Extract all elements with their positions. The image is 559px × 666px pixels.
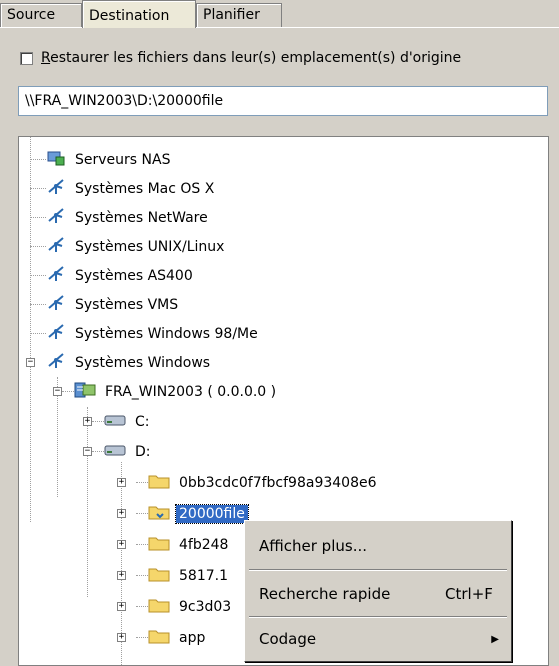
menu-separator: [249, 569, 507, 571]
restore-original-location-option[interactable]: Restaurer les fichiers dans leur(s) empl…: [20, 47, 461, 69]
submenu-arrow-icon: ▶: [491, 633, 499, 645]
tree-node-server[interactable]: FRA_WIN2003 ( 0.0.0.0 ): [74, 377, 279, 406]
collapse-drive-d-button[interactable]: −: [83, 447, 92, 456]
tree-node-as400[interactable]: Systèmes AS400: [46, 261, 196, 290]
menu-item-show-more[interactable]: Afficher plus...: [247, 527, 509, 565]
tab-source[interactable]: Source: [0, 3, 82, 27]
restore-checkbox-label[interactable]: Restaurer les fichiers dans leur(s) empl…: [41, 50, 461, 66]
folder-icon: [148, 627, 170, 649]
drive-icon: [104, 413, 126, 431]
tree-node-drive-d[interactable]: D:: [104, 437, 154, 466]
expand-folder-button[interactable]: +: [117, 633, 126, 642]
tree-line: [136, 575, 148, 576]
tree-line: [30, 137, 31, 522]
menu-item-encoding[interactable]: Codage ▶: [247, 620, 509, 658]
tree-line: [136, 606, 148, 607]
tree-node-drive-c[interactable]: C:: [104, 407, 153, 436]
tab-strip: Source Destination Planifier: [0, 0, 559, 28]
tree-line: [30, 246, 46, 247]
expand-drive-c-button[interactable]: +: [83, 417, 92, 426]
tree-line: [136, 513, 148, 514]
folder-open-icon: [148, 503, 170, 525]
shortcut-label: Ctrl+F: [445, 585, 493, 603]
tree-node-windows[interactable]: Systèmes Windows: [46, 348, 213, 377]
tree-line: [30, 159, 46, 160]
tab-planifier[interactable]: Planifier: [196, 3, 282, 27]
tree-line: [30, 333, 46, 334]
network-icon: [46, 207, 66, 229]
tree-node-nas[interactable]: Serveurs NAS: [46, 145, 173, 174]
tree-line: [136, 482, 148, 483]
tab-destination[interactable]: Destination: [82, 0, 196, 28]
restore-checkbox[interactable]: [20, 51, 33, 65]
tree-line: [92, 421, 104, 422]
network-icon: [46, 352, 66, 374]
tree-line: [30, 275, 46, 276]
tree-node-folder-selected[interactable]: 20000file: [148, 499, 249, 528]
menu-separator: [249, 616, 507, 618]
tree-line: [30, 188, 46, 189]
tree-line: [30, 304, 46, 305]
tree-line: [136, 544, 148, 545]
context-menu: Afficher plus... Recherche rapide Ctrl+F…: [244, 520, 512, 662]
network-icon: [46, 265, 66, 287]
network-icon: [46, 294, 66, 316]
expand-folder-button[interactable]: +: [117, 602, 126, 611]
nas-server-icon: [46, 149, 66, 171]
tree-line: [136, 637, 148, 638]
expand-folder-button[interactable]: +: [117, 478, 126, 487]
expand-folder-button[interactable]: +: [117, 540, 126, 549]
tree-line: [92, 451, 104, 452]
folder-icon: [148, 472, 170, 494]
tree-node-win98[interactable]: Systèmes Windows 98/Me: [46, 319, 261, 348]
network-icon: [46, 178, 66, 200]
expand-folder-button[interactable]: +: [117, 571, 126, 580]
folder-icon: [148, 534, 170, 556]
collapse-server-button[interactable]: −: [53, 387, 62, 396]
network-icon: [46, 236, 66, 258]
tree-node-folder[interactable]: app: [148, 623, 208, 652]
tree-node-folder[interactable]: 0bb3cdc0f7fbcf98a93408e6: [148, 468, 380, 497]
tree-node-unix[interactable]: Systèmes UNIX/Linux: [46, 232, 227, 261]
expand-folder-button[interactable]: +: [117, 509, 126, 518]
tree-node-folder[interactable]: 4fb248: [148, 530, 231, 559]
tree-node-netware[interactable]: Systèmes NetWare: [46, 203, 211, 232]
tree-node-mac[interactable]: Systèmes Mac OS X: [46, 174, 217, 203]
collapse-systemes-windows-button[interactable]: −: [26, 358, 35, 367]
tree-line: [30, 217, 46, 218]
tree-node-folder[interactable]: 9c3d03: [148, 592, 234, 621]
tree-node-vms[interactable]: Systèmes VMS: [46, 290, 181, 319]
menu-item-quick-search[interactable]: Recherche rapide Ctrl+F: [247, 575, 509, 613]
tree-node-folder[interactable]: 5817.1: [148, 561, 231, 590]
drive-icon: [104, 443, 126, 461]
tree-line: [62, 391, 74, 392]
network-icon: [46, 323, 66, 345]
destination-path-input[interactable]: \\FRA_WIN2003\D:\20000file: [18, 86, 548, 116]
server-icon: [74, 381, 96, 403]
tree-line: [87, 407, 88, 597]
folder-icon: [148, 565, 170, 587]
folder-icon: [148, 596, 170, 618]
